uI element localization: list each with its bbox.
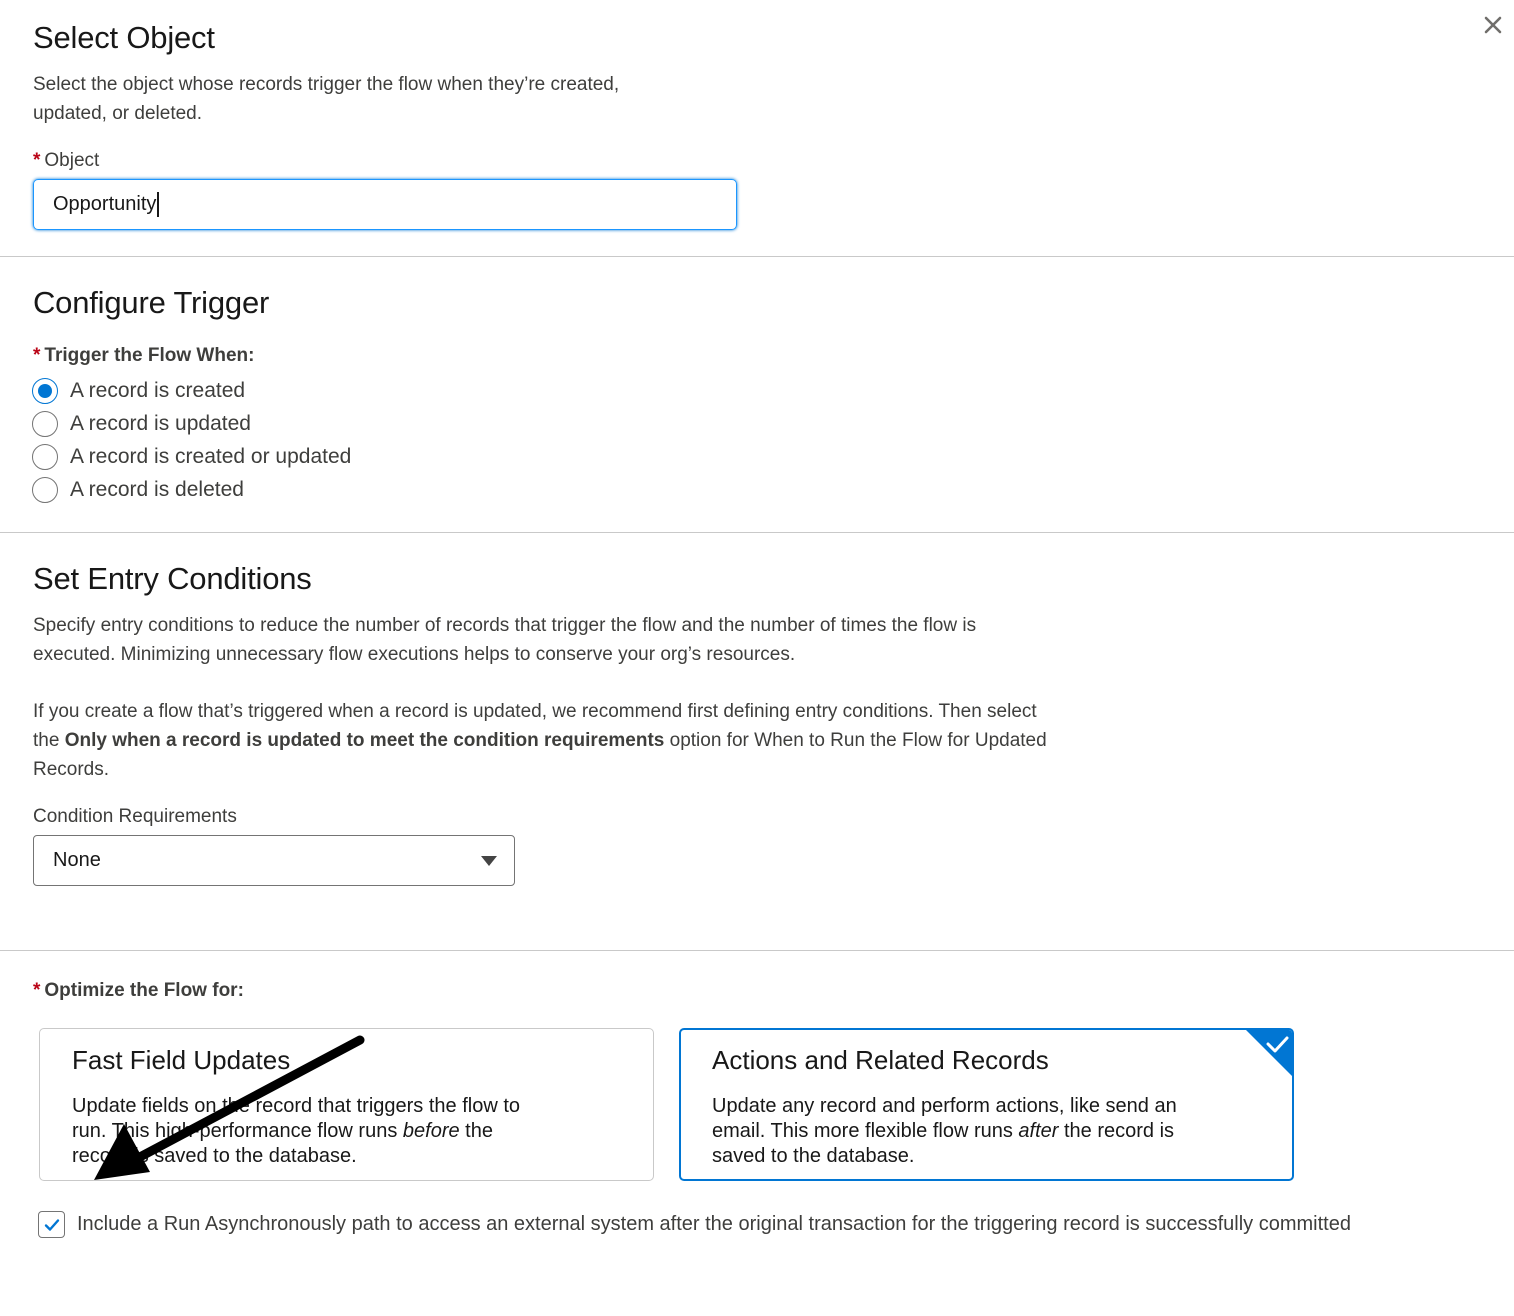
- bold-option-name: Only when a record is updated to meet th…: [64, 730, 665, 751]
- radio-option-deleted[interactable]: A record is deleted: [32, 477, 244, 503]
- radio-label: A record is deleted: [70, 478, 244, 501]
- card-fast-field-updates[interactable]: Fast Field Updates Update fields on the …: [39, 1028, 654, 1181]
- radio-label: A record is created or updated: [70, 445, 352, 468]
- condition-requirements-select[interactable]: None: [33, 835, 515, 886]
- configure-trigger-title: Configure Trigger: [33, 285, 270, 320]
- chevron-down-icon: [481, 855, 497, 866]
- description-line: the Only when a record is updated to mee…: [33, 726, 1047, 755]
- required-marker: *: [33, 345, 41, 366]
- card-line: email. This more flexible flow runs afte…: [712, 1119, 1252, 1144]
- section-divider: [0, 950, 1514, 951]
- entry-conditions-title: Set Entry Conditions: [33, 561, 312, 596]
- text-caret: [157, 192, 160, 217]
- object-input[interactable]: Opportunity: [33, 179, 737, 230]
- card-title: Fast Field Updates: [72, 1045, 291, 1075]
- checkmark-icon: [44, 1218, 59, 1231]
- card-line: Update any record and perform actions, l…: [712, 1095, 1177, 1117]
- description-line: Specify entry conditions to reduce the n…: [33, 615, 977, 636]
- description-line: Records.: [33, 759, 110, 780]
- optimize-label-text: Optimize the Flow for:: [44, 980, 244, 1001]
- card-description: Update fields on the record that trigger…: [72, 1094, 612, 1169]
- section-divider: [0, 532, 1514, 533]
- description-line: executed. Minimizing unnecessary flow ex…: [33, 644, 796, 665]
- radio-option-created[interactable]: A record is created: [32, 378, 245, 404]
- select-object-title: Select Object: [33, 20, 215, 55]
- section-divider: [0, 256, 1514, 257]
- entry-conditions-description: Specify entry conditions to reduce the n…: [33, 611, 976, 669]
- card-line: Update fields on the record that trigger…: [72, 1095, 521, 1117]
- run-async-label: Include a Run Asynchronously path to acc…: [77, 1213, 1351, 1235]
- emphasis-text: after: [1018, 1120, 1059, 1142]
- close-button[interactable]: [1478, 10, 1508, 40]
- text-span: option for When to Run the Flow for Upda…: [664, 730, 1047, 751]
- condition-requirements-label: Condition Requirements: [33, 806, 237, 827]
- optimize-field-label: * Optimize the Flow for:: [33, 980, 244, 1002]
- card-title: Actions and Related Records: [712, 1045, 1049, 1075]
- select-object-description: Select the object whose records trigger …: [33, 70, 619, 128]
- run-async-checkbox[interactable]: [38, 1211, 65, 1238]
- selected-check-icon: [1246, 1030, 1292, 1076]
- trigger-field-label: * Trigger the Flow When:: [33, 345, 254, 367]
- required-marker: *: [33, 980, 41, 1001]
- radio-button[interactable]: [32, 378, 58, 404]
- text-span: the: [33, 730, 65, 751]
- close-icon: [1484, 16, 1502, 34]
- emphasis-text: before: [402, 1120, 460, 1142]
- text-span: the record is: [1058, 1120, 1175, 1142]
- radio-option-updated[interactable]: A record is updated: [32, 411, 251, 437]
- text-span: run. This high-performance flow runs: [72, 1120, 403, 1142]
- card-line: record is saved to the database.: [72, 1145, 357, 1167]
- description-line: Select the object whose records trigger …: [33, 74, 620, 95]
- object-label-text: Object: [44, 150, 100, 171]
- card-actions-and-related-records[interactable]: Actions and Related Records Update any r…: [679, 1028, 1294, 1181]
- description-line: updated, or deleted.: [33, 103, 203, 124]
- text-span: email. This more flexible flow runs: [712, 1120, 1019, 1142]
- radio-label: A record is updated: [70, 412, 251, 435]
- select-value: None: [53, 849, 101, 871]
- radio-option-created-or-updated[interactable]: A record is created or updated: [32, 444, 351, 470]
- card-line: run. This high-performance flow runs bef…: [72, 1119, 612, 1144]
- radio-button[interactable]: [32, 477, 58, 503]
- radio-label: A record is created: [70, 379, 246, 402]
- trigger-label-text: Trigger the Flow When:: [44, 345, 255, 366]
- entry-conditions-recommendation: If you create a flow that’s triggered wh…: [33, 697, 1047, 784]
- run-async-option[interactable]: Include a Run Asynchronously path to acc…: [38, 1211, 1351, 1238]
- object-field-label: * Object: [33, 150, 99, 172]
- required-marker: *: [33, 150, 41, 171]
- text-span: the: [459, 1120, 493, 1142]
- radio-button[interactable]: [32, 411, 58, 437]
- card-description: Update any record and perform actions, l…: [712, 1094, 1252, 1169]
- object-input-value: Opportunity: [53, 193, 157, 215]
- description-line: If you create a flow that’s triggered wh…: [33, 701, 1037, 722]
- card-line: saved to the database.: [712, 1145, 915, 1167]
- radio-button[interactable]: [32, 444, 58, 470]
